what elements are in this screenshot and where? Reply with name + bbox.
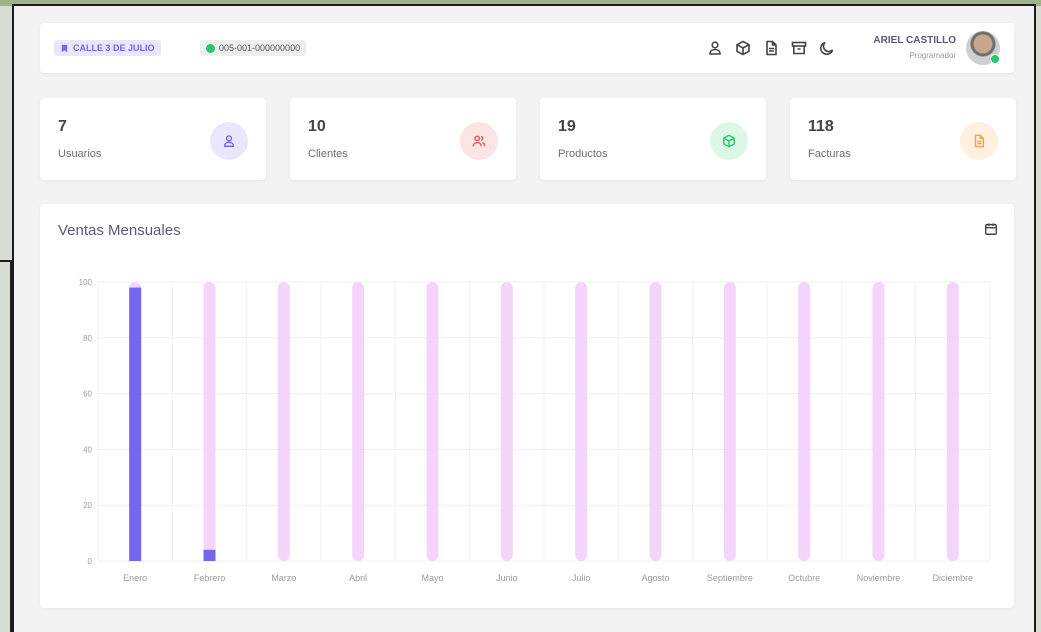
stat-value: 10: [308, 118, 326, 135]
x-tick-label: Abril: [349, 573, 367, 583]
bar-track: [649, 282, 662, 561]
y-tick-label: 60: [83, 390, 92, 399]
bar-track: [426, 282, 439, 561]
archive-icon[interactable]: [790, 39, 808, 57]
invoice-id-label: 005-001-000000000: [219, 43, 301, 53]
x-tick-label: Agosto: [641, 573, 669, 583]
stat-value: 7: [58, 118, 67, 135]
stat-card-clientes: 10 Clientes: [290, 98, 516, 180]
x-tick-label: Septiembre: [707, 573, 753, 583]
status-dot-icon: [206, 43, 215, 53]
x-tick-label: Julio: [572, 573, 591, 583]
user-icon: [210, 122, 248, 160]
x-tick-label: Marzo: [271, 573, 296, 583]
stat-label: Facturas: [808, 148, 851, 160]
bar-track: [798, 282, 811, 561]
x-tick-label: Enero: [123, 573, 147, 583]
bar-track: [352, 282, 365, 561]
location-badge[interactable]: CALLE 3 DE JULIO: [54, 40, 161, 56]
bar-track: [203, 282, 216, 561]
navbar-icons: [706, 39, 836, 57]
stat-value: 19: [558, 118, 576, 135]
bar-track: [946, 282, 959, 561]
invoice-id-badge[interactable]: 005-001-000000000: [200, 40, 307, 56]
stat-label: Productos: [558, 148, 608, 160]
y-tick-label: 80: [83, 334, 92, 343]
data-bar: [129, 287, 142, 561]
stat-label: Clientes: [308, 148, 348, 160]
file-icon: [960, 122, 998, 160]
online-status-icon: [990, 54, 1000, 64]
bar-track: [277, 282, 290, 561]
user-role: Programador: [909, 51, 956, 60]
data-bar: [203, 549, 216, 561]
y-tick-label: 20: [83, 501, 92, 510]
file-text-icon[interactable]: [762, 39, 780, 57]
sales-chart-card: Ventas Mensuales 0 20 40 60 80 100 Enero Febrer…: [40, 204, 1014, 608]
bar-track: [723, 282, 736, 561]
bar-track: [575, 282, 588, 561]
bar-track: [500, 282, 513, 561]
x-tick-label: Noviembre: [857, 573, 901, 583]
top-navbar: CALLE 3 DE JULIO 005-001-000000000 ARIEL: [40, 23, 1014, 73]
x-tick-label: Febrero: [194, 573, 226, 583]
bookmark-icon: [61, 44, 68, 52]
stat-label: Usuarios: [58, 148, 102, 160]
y-tick-label: 40: [83, 445, 92, 454]
stat-card-productos: 19 Productos: [540, 98, 766, 180]
location-label: CALLE 3 DE JULIO: [73, 43, 155, 53]
y-tick-label: 100: [79, 278, 93, 287]
stat-value: 118: [808, 118, 834, 135]
users-icon: [460, 122, 498, 160]
stat-card-usuarios: 7 Usuarios: [40, 98, 266, 180]
app-frame: CALLE 3 DE JULIO 005-001-000000000 ARIEL: [12, 4, 1036, 632]
x-tick-label: Junio: [496, 573, 518, 583]
box-icon: [710, 122, 748, 160]
moon-icon[interactable]: [818, 39, 836, 57]
avatar[interactable]: [966, 31, 1000, 65]
sales-bar-chart: 0 20 40 60 80 100 Enero Febrero Marzo Abril Mayo Ju…: [79, 278, 991, 583]
y-tick-label: 0: [88, 557, 93, 566]
x-tick-label: Octubre: [788, 573, 820, 583]
user-name[interactable]: ARIEL CASTILLO: [873, 35, 956, 46]
x-tick-label: Mayo: [421, 573, 443, 583]
x-tick-label: Diciembre: [933, 573, 974, 583]
box-icon[interactable]: [734, 39, 752, 57]
user-icon[interactable]: [706, 39, 724, 57]
stat-card-facturas: 118 Facturas: [790, 98, 1016, 180]
bar-track: [872, 282, 885, 561]
